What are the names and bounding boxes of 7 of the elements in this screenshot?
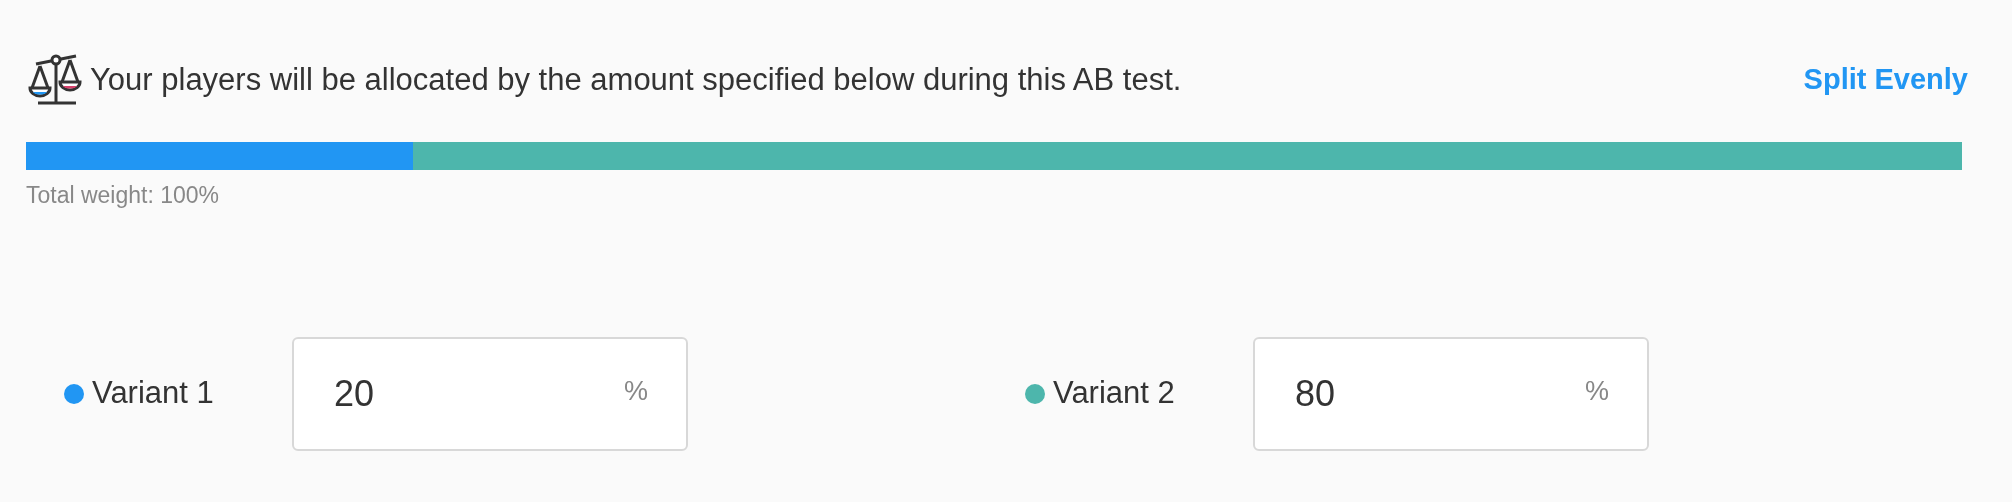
percent-unit: % — [1585, 374, 1609, 408]
allocation-message: Your players will be allocated by the amount specified below during this AB test. — [90, 60, 1182, 99]
percent-unit: % — [624, 374, 648, 408]
variant-label: Variant 2 — [1053, 374, 1176, 413]
balance-scale-icon — [26, 52, 84, 108]
variant-label: Variant 1 — [92, 374, 215, 413]
total-weight: Total weight: 100% — [26, 181, 221, 210]
